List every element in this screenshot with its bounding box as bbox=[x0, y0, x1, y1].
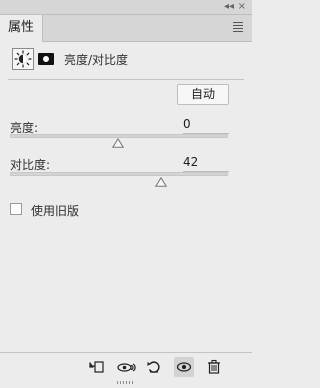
bottom-toolbar bbox=[0, 352, 252, 381]
panel-menu-icon[interactable] bbox=[233, 22, 243, 32]
panel-titlebar: ◂◂ × bbox=[0, 0, 252, 15]
brightness-value[interactable]: 0 bbox=[183, 117, 229, 134]
panel-title: 亮度/对比度 bbox=[64, 53, 129, 67]
clip-to-layer-icon[interactable] bbox=[86, 357, 106, 377]
properties-panel: 亮度/对比度 自动 亮度: 0 对比度: 42 使用旧版 bbox=[0, 42, 252, 360]
contrast-label: 对比度: bbox=[10, 158, 51, 172]
legacy-label[interactable]: 使用旧版 bbox=[31, 202, 79, 219]
adjustment-icon[interactable] bbox=[12, 48, 34, 70]
mode-row: 亮度/对比度 bbox=[0, 42, 252, 77]
eye-icon[interactable] bbox=[174, 357, 194, 377]
auto-button[interactable]: 自动 bbox=[177, 84, 229, 105]
collapse-icon[interactable]: ◂◂ bbox=[224, 0, 234, 14]
view-previous-state-icon[interactable] bbox=[116, 357, 136, 377]
brightness-slider-thumb[interactable] bbox=[112, 138, 124, 148]
resize-grip[interactable] bbox=[117, 381, 135, 384]
section-divider bbox=[8, 79, 244, 80]
contrast-slider-thumb[interactable] bbox=[155, 177, 167, 187]
trash-icon[interactable] bbox=[204, 357, 224, 377]
reset-icon[interactable] bbox=[144, 357, 164, 377]
tab-strip: 属性 bbox=[0, 15, 252, 42]
contrast-value[interactable]: 42 bbox=[183, 155, 229, 172]
mask-icon[interactable] bbox=[38, 53, 54, 65]
contrast-slider-track[interactable] bbox=[10, 172, 228, 176]
close-icon[interactable]: × bbox=[238, 0, 246, 14]
legacy-checkbox[interactable] bbox=[10, 203, 22, 215]
tab-properties[interactable]: 属性 bbox=[0, 15, 43, 42]
